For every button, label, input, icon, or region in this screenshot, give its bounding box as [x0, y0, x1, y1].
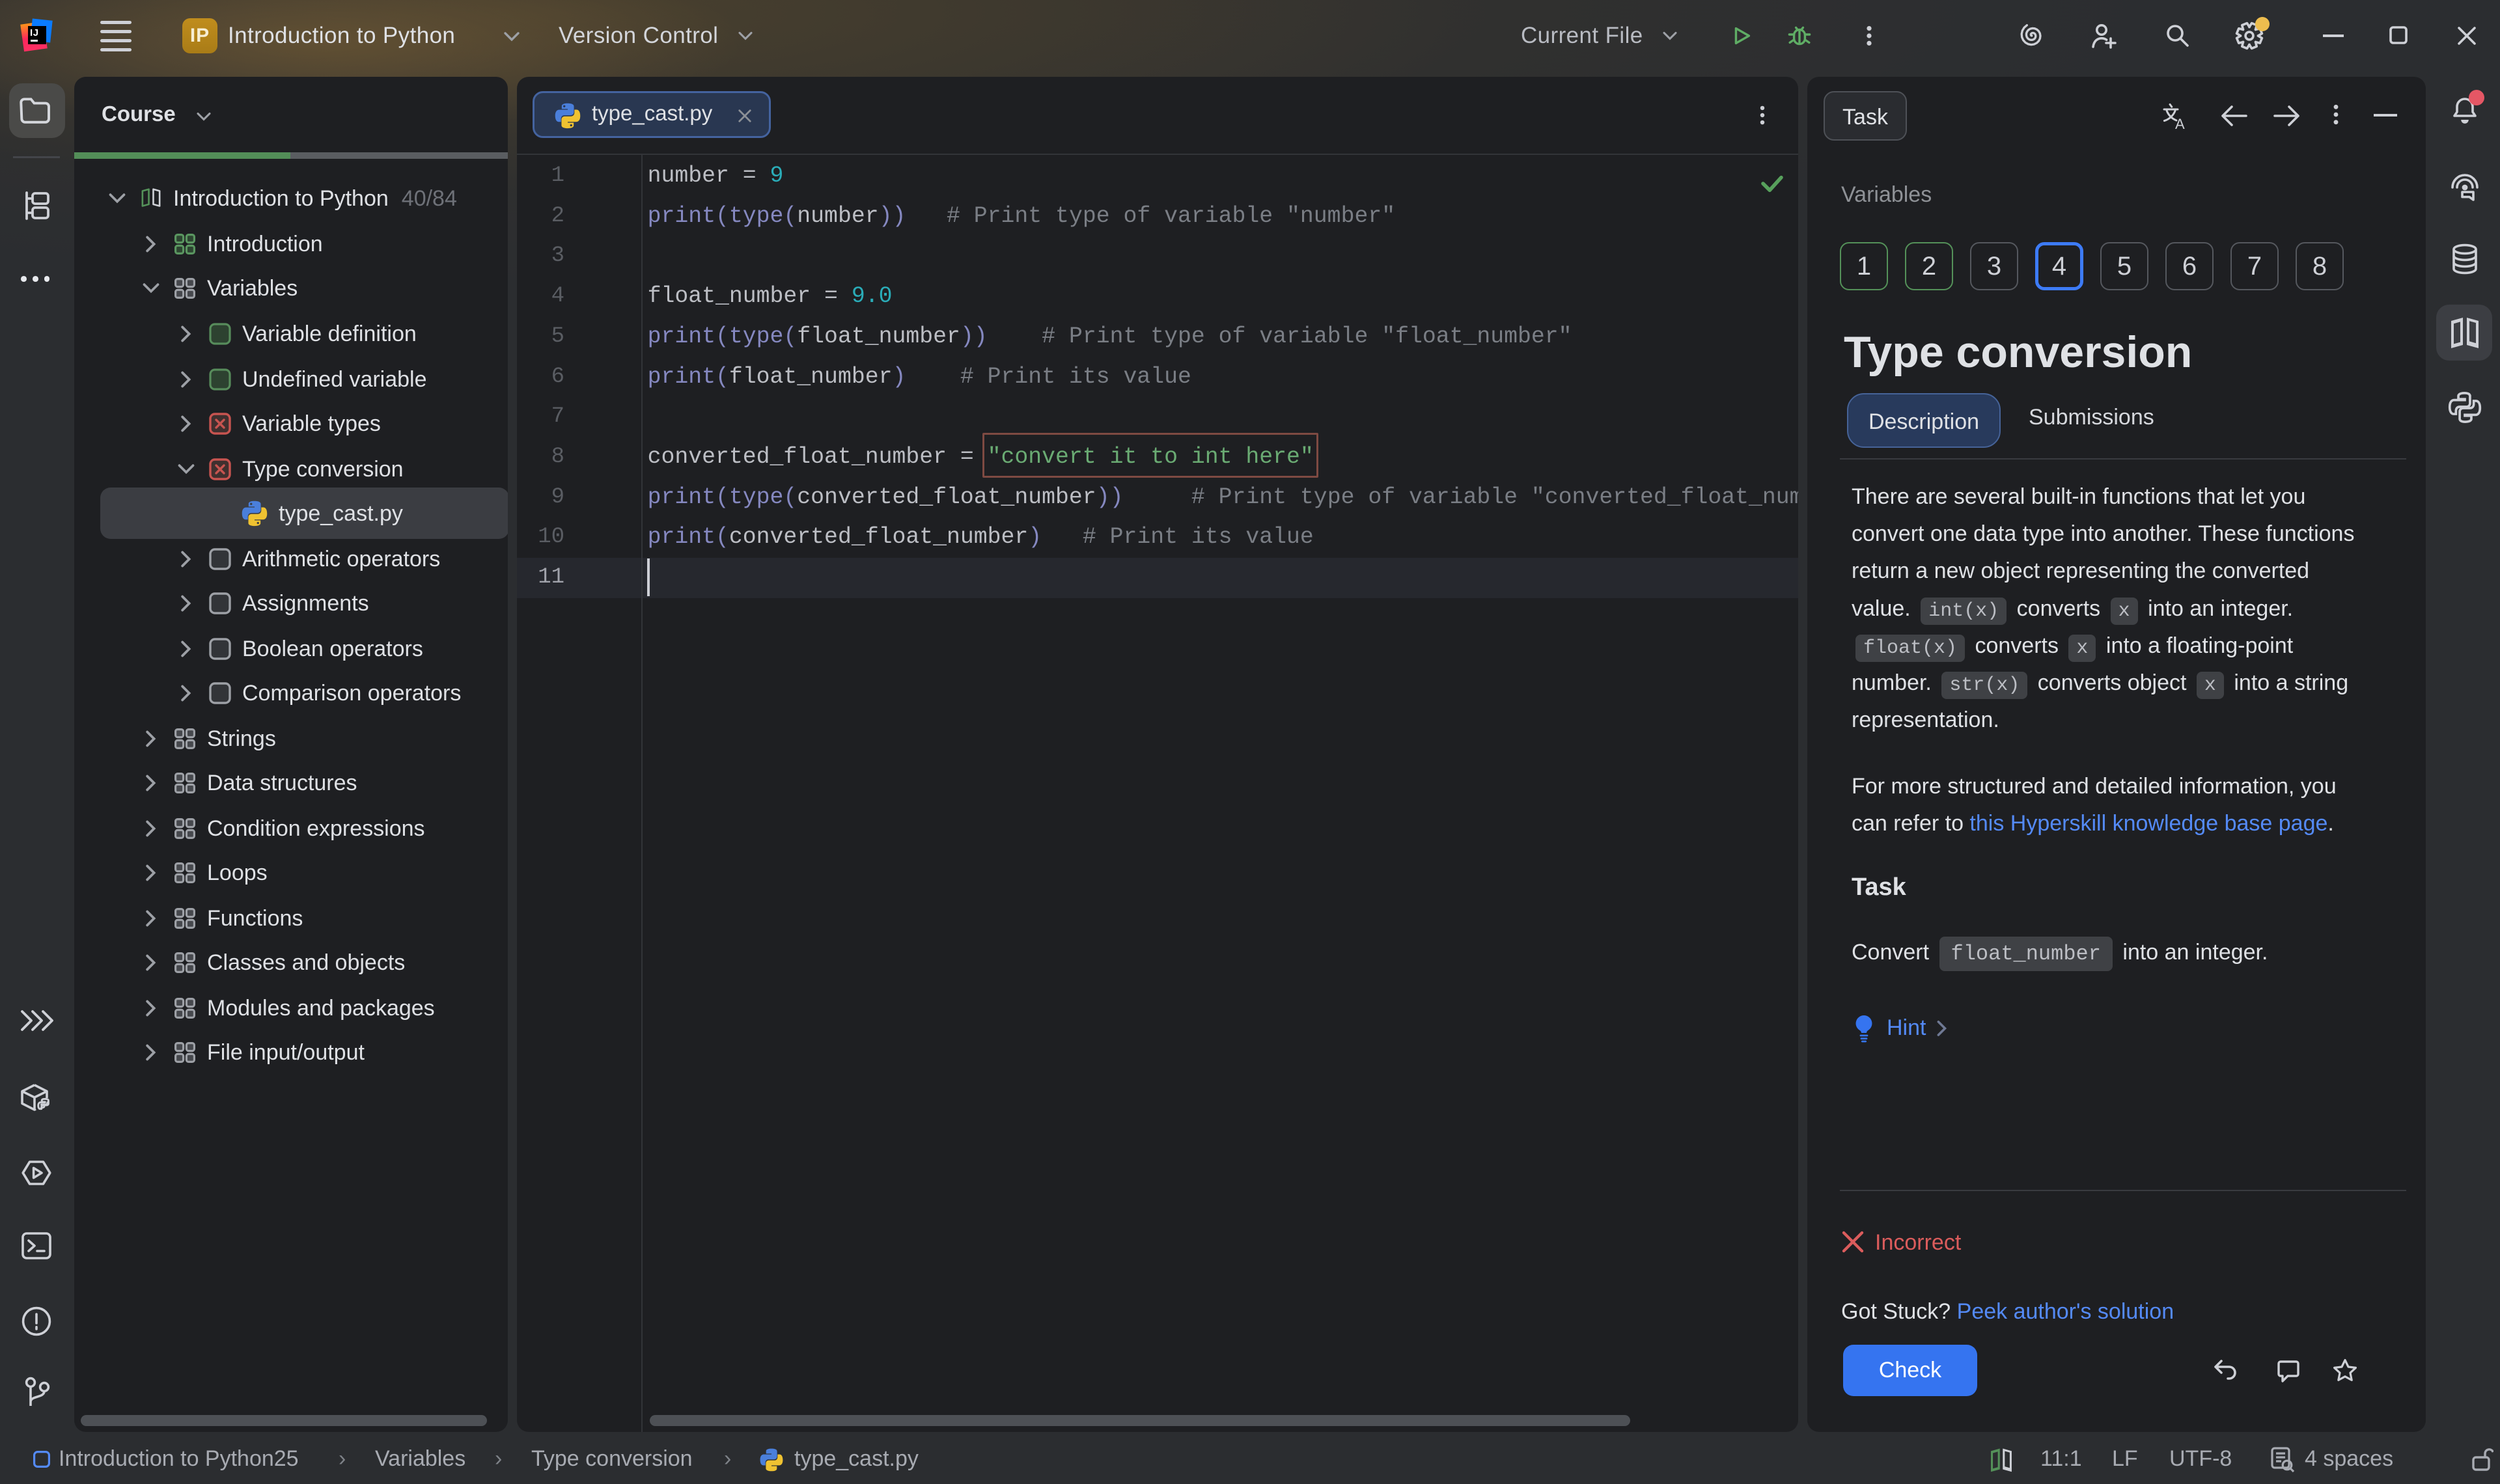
svg-text:A: A — [2175, 116, 2185, 132]
